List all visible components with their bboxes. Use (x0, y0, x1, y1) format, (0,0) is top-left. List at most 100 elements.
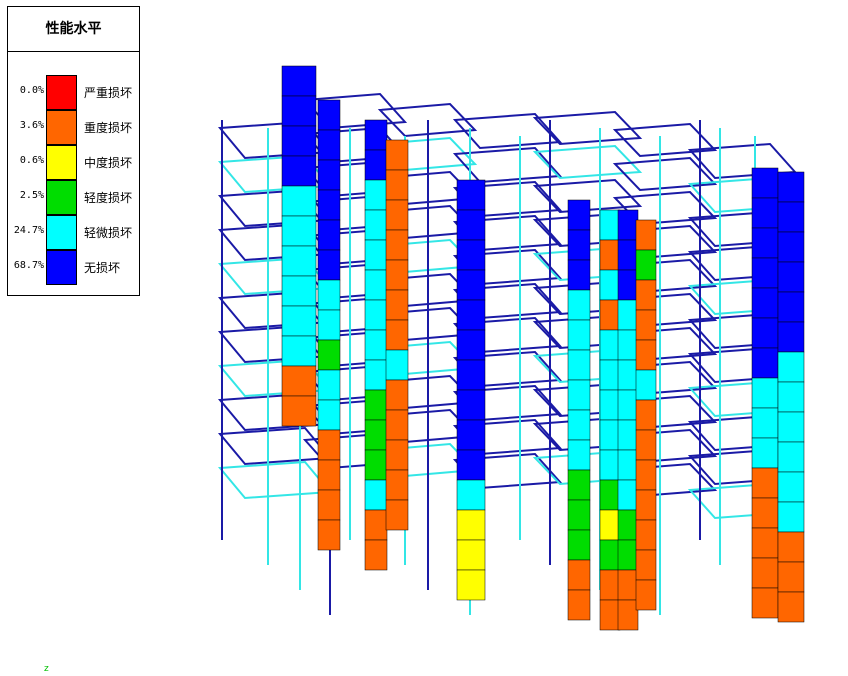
wall-cell (456, 419, 486, 451)
wall-cell (364, 209, 388, 241)
wall-cell (617, 419, 639, 451)
wall-cell (456, 449, 486, 481)
wall-cell (777, 411, 805, 443)
wall-cell (751, 587, 779, 619)
wall-cell (635, 459, 657, 491)
wall-cell (456, 509, 486, 541)
wall-cell (567, 319, 591, 351)
wall-cell (751, 257, 779, 289)
wall-cell (567, 229, 591, 261)
wall-cell (567, 469, 591, 501)
wall-cell (281, 185, 317, 217)
building-model-3d-view (217, 65, 805, 631)
wall-cell (456, 329, 486, 361)
wall-cell (617, 569, 639, 601)
wall-cell (599, 449, 621, 481)
wall-cell (317, 429, 341, 461)
wall-cell (599, 329, 621, 361)
wall-cell (456, 209, 486, 241)
wall-cell (635, 279, 657, 311)
wall-cell (751, 227, 779, 259)
wall-cell (617, 239, 639, 271)
wall-cell (385, 199, 409, 231)
wall-cell (751, 407, 779, 439)
wall-cell (617, 209, 639, 241)
wall-cell (456, 479, 486, 511)
wall-cell (364, 119, 388, 151)
wall-cell (617, 269, 639, 301)
wall-cell (567, 259, 591, 291)
wall-cell (777, 591, 805, 623)
wall-cell (456, 269, 486, 301)
wall-cell (635, 339, 657, 371)
wall-cell (567, 499, 591, 531)
wall-cell (567, 409, 591, 441)
wall-cell (317, 399, 341, 431)
wall-cell (751, 167, 779, 199)
wall-cell (777, 261, 805, 293)
wall-cell (281, 275, 317, 307)
wall-cell (456, 389, 486, 421)
wall-cell (777, 441, 805, 473)
wall-cell (777, 561, 805, 593)
wall-cell (385, 139, 409, 171)
wall-cell (617, 299, 639, 331)
wall-cell (281, 335, 317, 367)
wall-cell (385, 439, 409, 471)
wall-cell (385, 319, 409, 351)
wall-cell (599, 269, 621, 301)
wall-cell (635, 369, 657, 401)
wall-cell (635, 309, 657, 341)
wall-cell (635, 489, 657, 521)
wall-cell (456, 299, 486, 331)
wall-cell (385, 349, 409, 381)
wall-cell (777, 381, 805, 413)
wall-cell (617, 599, 639, 631)
wall-cell (777, 291, 805, 323)
wall-cell (281, 125, 317, 157)
wall-cell (599, 299, 621, 331)
wall-cell (385, 379, 409, 411)
wall-cell (567, 529, 591, 561)
wall-cell (364, 479, 388, 511)
wall-cell (751, 557, 779, 589)
wall-cell (364, 509, 388, 541)
wall-cell (364, 389, 388, 421)
wall-cell (617, 509, 639, 541)
wall-cell (777, 231, 805, 263)
wall-cell (317, 279, 341, 311)
wall-cell (385, 289, 409, 321)
wall-cell (281, 395, 317, 427)
wall-cell (617, 359, 639, 391)
wall-cell (364, 359, 388, 391)
wall-cell (617, 539, 639, 571)
wall-cell (599, 509, 621, 541)
wall-cell (567, 589, 591, 621)
wall-cell (364, 539, 388, 571)
wall-cell (364, 419, 388, 451)
wall-cell (635, 399, 657, 431)
wall-cell (599, 599, 621, 631)
wall-cell (599, 389, 621, 421)
wall-cell (281, 215, 317, 247)
wall-cell (364, 269, 388, 301)
wall-cell (777, 321, 805, 353)
wall-cell (317, 369, 341, 401)
wall-cell (364, 299, 388, 331)
wall-cell (777, 501, 805, 533)
wall-cell (456, 569, 486, 601)
wall-cell (777, 201, 805, 233)
wall-cell (385, 169, 409, 201)
wall-cell (385, 259, 409, 291)
wall-cell (317, 99, 341, 131)
wall-cell (599, 479, 621, 511)
wall-cell (777, 531, 805, 563)
wall-cell (617, 449, 639, 481)
wall-cell (567, 349, 591, 381)
wall-cell (751, 497, 779, 529)
wall-cell (599, 569, 621, 601)
wall-cell (317, 159, 341, 191)
wall-cell (364, 179, 388, 211)
wall-cell (317, 309, 341, 341)
wall-cell (567, 559, 591, 591)
